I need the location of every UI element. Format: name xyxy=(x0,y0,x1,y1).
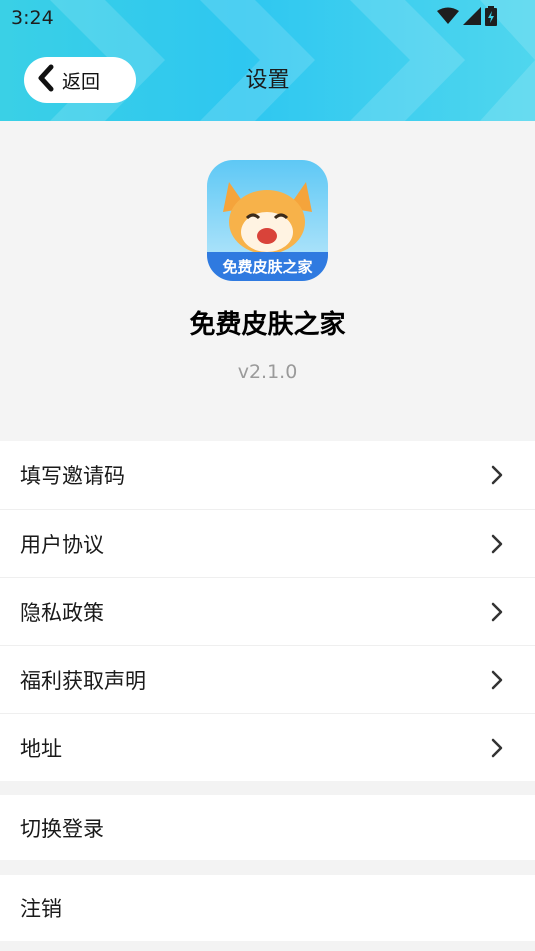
menu-item-label: 用户协议 xyxy=(20,532,104,557)
menu-item-label: 隐私政策 xyxy=(20,600,104,625)
app-logo: 免费皮肤之家 xyxy=(207,160,328,281)
settings-menu: 填写邀请码 用户协议 隐私政策 福利获取声明 地址 xyxy=(0,441,535,781)
battery-charging-icon xyxy=(485,6,497,30)
logout-button[interactable]: 注销 xyxy=(0,875,535,941)
svg-text:免费皮肤之家: 免费皮肤之家 xyxy=(222,258,312,276)
menu-item-label: 填写邀请码 xyxy=(20,464,125,488)
app-info-section: 免费皮肤之家 免费皮肤之家 v2.1.0 xyxy=(0,121,535,441)
menu-item-invite-code[interactable]: 填写邀请码 xyxy=(0,441,535,509)
status-time: 3:24 xyxy=(11,7,54,29)
app-name: 免费皮肤之家 xyxy=(189,310,346,340)
status-bar: 3:24 xyxy=(0,0,535,36)
chevron-right-icon xyxy=(491,602,503,627)
chevron-right-icon xyxy=(491,670,503,695)
app-version: v2.1.0 xyxy=(237,361,298,383)
app-header: 3:24 返回 设置 xyxy=(0,0,535,121)
switch-login-label: 切换登录 xyxy=(20,816,104,841)
switch-login-group: 切换登录 xyxy=(0,795,535,860)
menu-item-privacy-policy[interactable]: 隐私政策 xyxy=(0,577,535,645)
chevron-right-icon xyxy=(491,465,503,490)
signal-icon xyxy=(463,7,481,29)
switch-login-button[interactable]: 切换登录 xyxy=(0,795,535,860)
logout-group: 注销 xyxy=(0,875,535,941)
menu-item-address[interactable]: 地址 xyxy=(0,713,535,781)
menu-item-label: 福利获取声明 xyxy=(20,668,146,693)
menu-item-label: 地址 xyxy=(20,736,62,761)
wifi-icon xyxy=(437,7,459,29)
chevron-right-icon xyxy=(491,534,503,559)
menu-item-welfare-statement[interactable]: 福利获取声明 xyxy=(0,645,535,713)
page-title: 设置 xyxy=(245,68,290,93)
menu-item-user-agreement[interactable]: 用户协议 xyxy=(0,509,535,577)
logout-label: 注销 xyxy=(20,897,62,921)
chevron-right-icon xyxy=(491,738,503,763)
